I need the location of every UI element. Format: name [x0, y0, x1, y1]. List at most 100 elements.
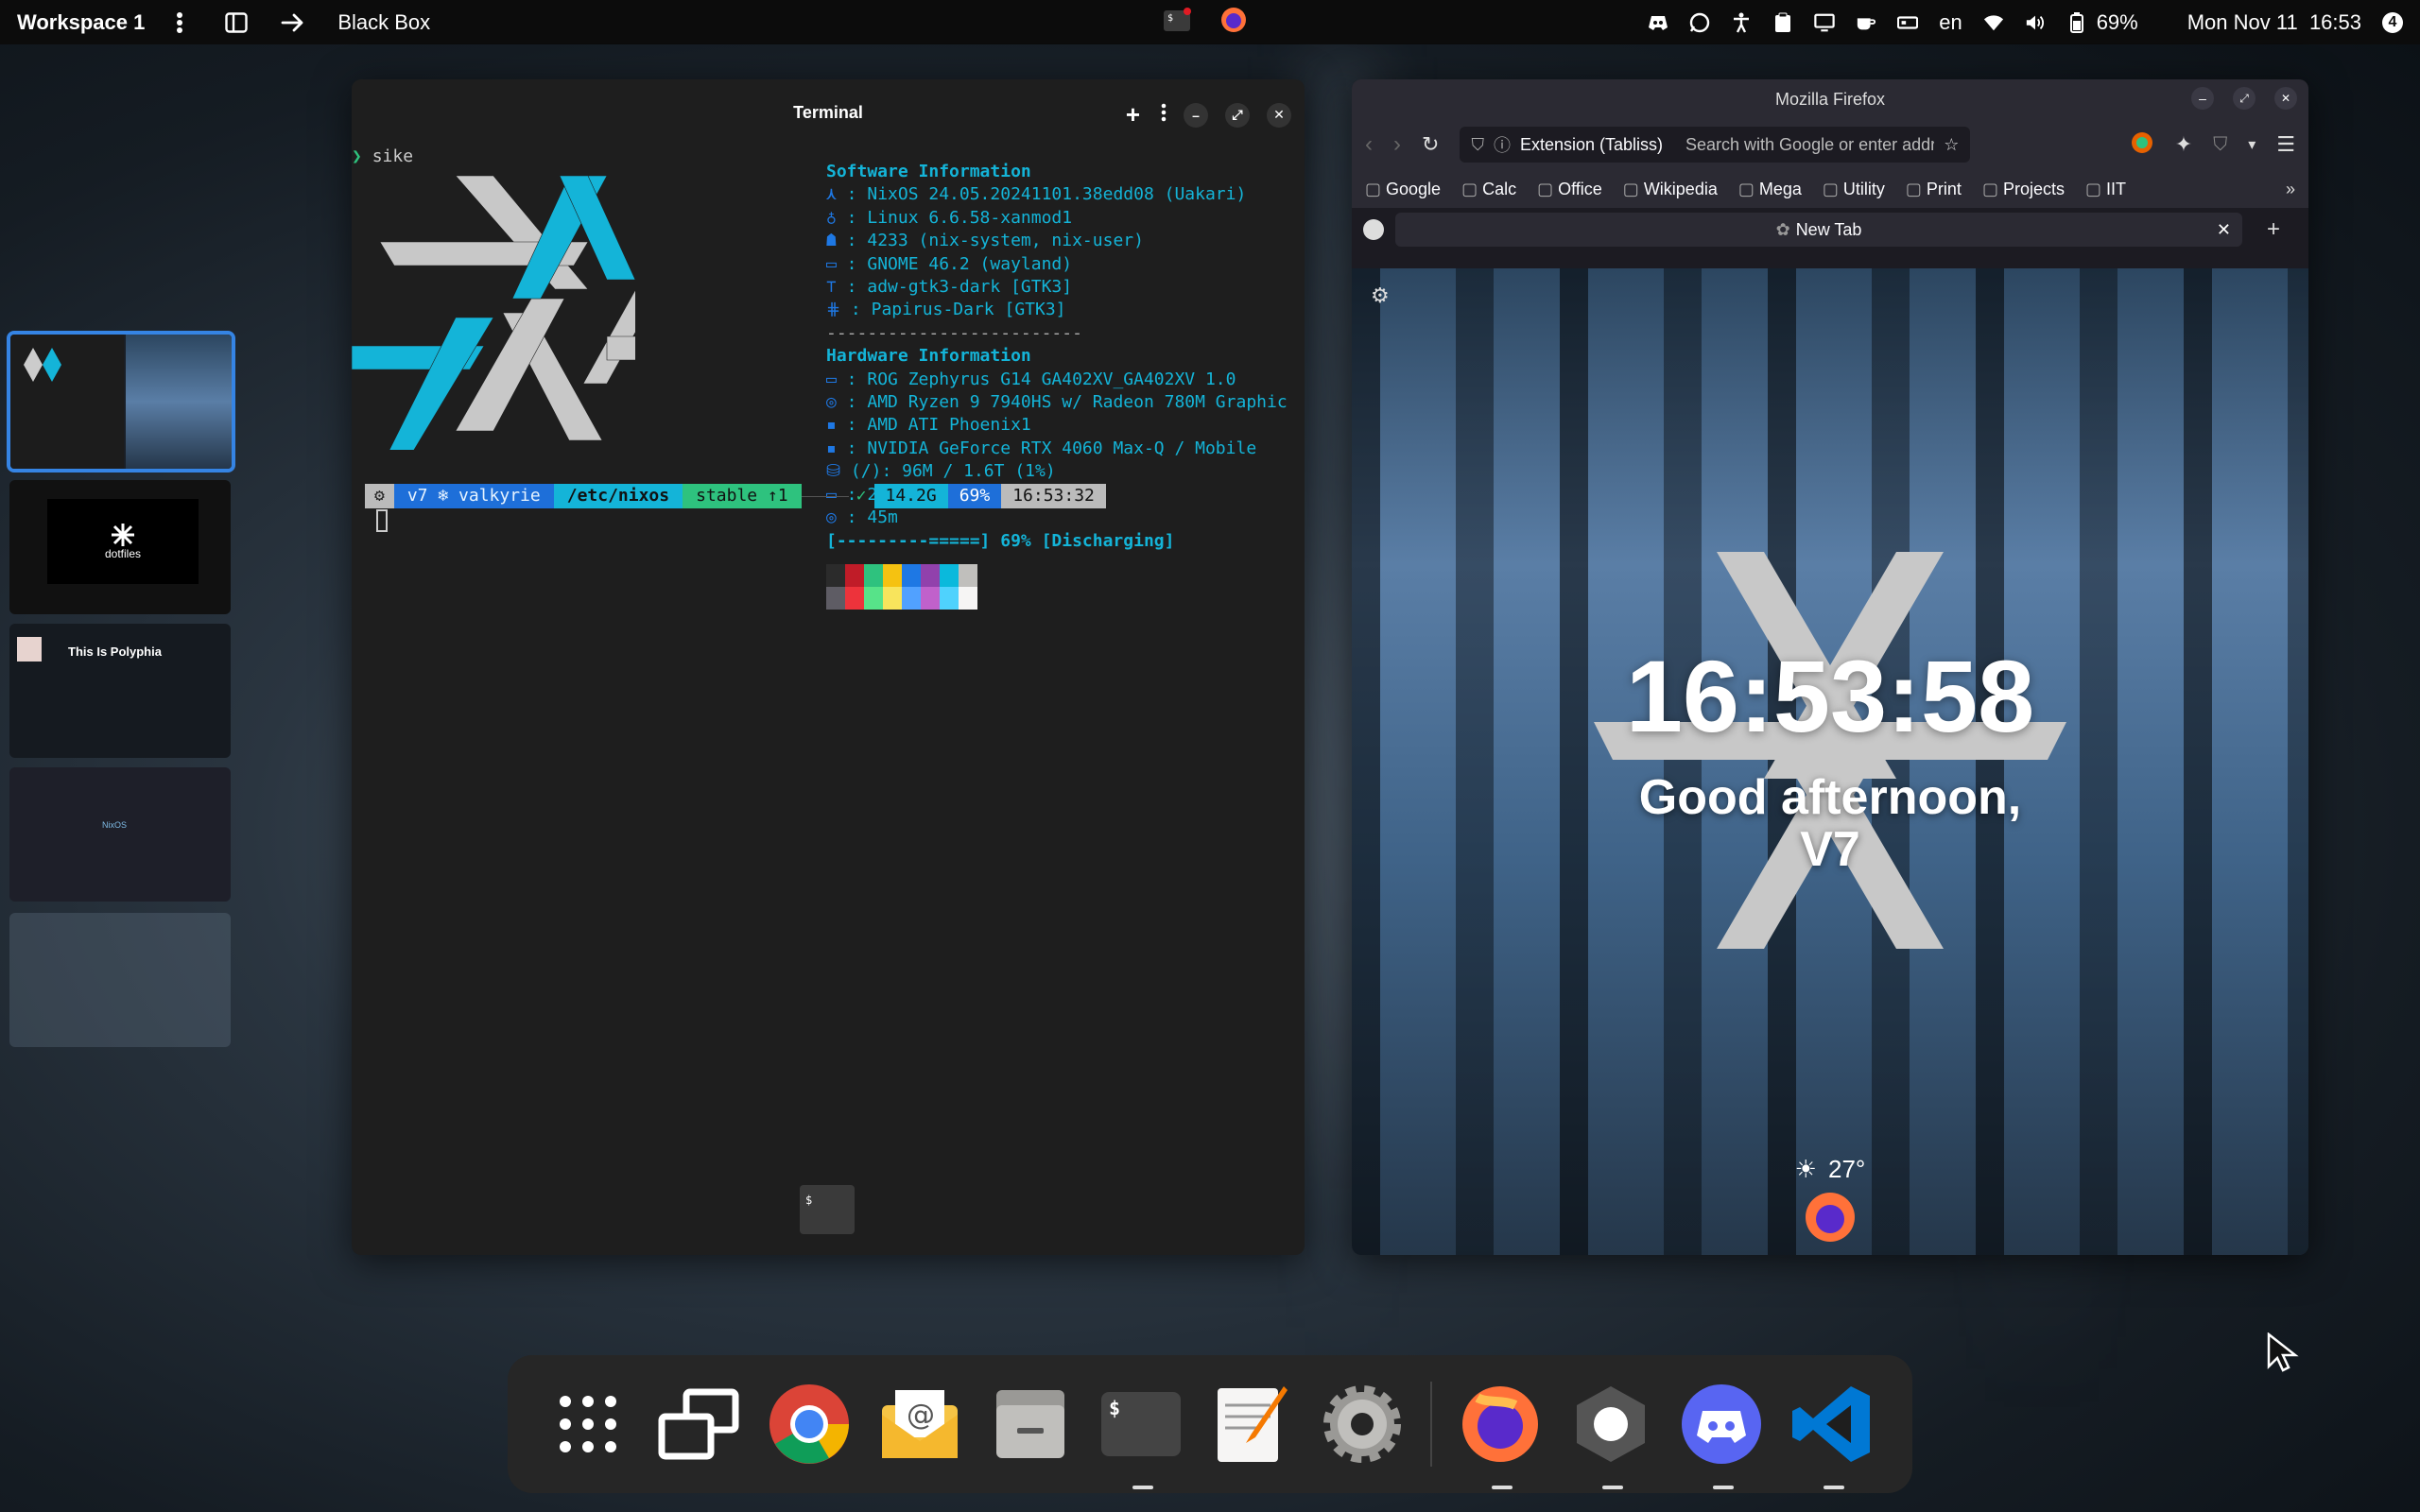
url-bar[interactable]: ⛉ ⓘ Extension (Tabliss) Search with Goog… — [1460, 127, 1971, 163]
bookmark-utility[interactable]: ▢ Utility — [1823, 180, 1885, 199]
software-heading: Software Information — [826, 162, 1031, 181]
bookmark-star-icon[interactable]: ☆ — [1944, 135, 1959, 155]
accessibility-icon[interactable] — [1731, 12, 1752, 33]
wifi-icon[interactable] — [1983, 12, 2004, 33]
whatsapp-tray-icon[interactable] — [1689, 12, 1710, 33]
volume-icon[interactable] — [2025, 12, 2046, 33]
terminal-window[interactable]: Terminal + – ⤢ ✕ ❯ sike Software Informa… — [352, 79, 1305, 1255]
bookmarks-overflow-icon[interactable]: » — [2286, 180, 2295, 199]
firefox-icon[interactable] — [1458, 1380, 1543, 1489]
tab-new-tab[interactable]: ✿ New Tab ✕ — [1395, 213, 2242, 247]
hardware-line-icon: ⛁ — [826, 461, 841, 482]
url-input[interactable]: Search with Google or enter addre — [1685, 135, 1934, 155]
bookmark-print[interactable]: ▢ Print — [1906, 180, 1962, 199]
tab-overview-icon[interactable] — [1363, 219, 1384, 240]
reload-icon[interactable]: ↻ — [1422, 132, 1439, 157]
screenshot-icon[interactable] — [1568, 1380, 1653, 1489]
workspace-thumbnail-empty[interactable] — [9, 913, 231, 1047]
extensions-puzzle-icon[interactable]: ✦ — [2175, 132, 2192, 157]
firefox-window[interactable]: Mozilla Firefox – ⤢ ✕ ‹ › ↻ ⛉ ⓘ Extensio… — [1352, 79, 2308, 1255]
notification-count[interactable]: 4 — [2382, 11, 2403, 33]
arrow-right-icon[interactable] — [281, 10, 305, 35]
greeting: Good afternoon, — [1638, 770, 2022, 825]
workspaces-icon[interactable] — [656, 1380, 741, 1469]
time-segment: 16:53:32 — [1001, 484, 1106, 508]
terminal-tray-icon[interactable]: $ — [1163, 7, 1191, 38]
text-editor-icon[interactable] — [1209, 1380, 1294, 1469]
hardware-line: ▭ : ROG Zephyrus G14 GA402XV_GA402XV 1.0 — [826, 369, 1288, 391]
game-mode-icon[interactable] — [1897, 12, 1919, 33]
prompt-command: sike — [372, 146, 414, 166]
dropdown-icon[interactable]: ▾ — [2248, 135, 2256, 154]
shield-icon[interactable]: ⛉ — [1471, 135, 1484, 155]
clock[interactable]: Mon Nov 11 16:53 — [2187, 10, 2361, 35]
menu-icon[interactable] — [1161, 103, 1167, 127]
forward-icon[interactable]: › — [1393, 131, 1401, 158]
discord-icon[interactable] — [1679, 1380, 1764, 1489]
kebab-menu-icon[interactable] — [167, 10, 192, 35]
close-button[interactable]: ✕ — [2274, 87, 2297, 110]
palette-swatch — [921, 586, 940, 610]
url-extension-label: Extension (Tabliss) — [1519, 134, 1663, 154]
firefox-tray-icon[interactable] — [1219, 6, 1248, 40]
chrome-icon[interactable] — [767, 1380, 852, 1469]
workspace-label[interactable]: Workspace 1 — [17, 10, 145, 35]
bookmark-wikipedia[interactable]: ▢ Wikipedia — [1623, 180, 1718, 199]
check-icon: ✓ — [856, 485, 867, 506]
palette-swatch — [940, 563, 959, 587]
sidebar-toggle-icon[interactable] — [224, 10, 249, 35]
workspace-thumbnail-1[interactable] — [7, 331, 235, 472]
thumb-nixos-text: NixOS — [102, 820, 128, 830]
caffeine-icon[interactable] — [1856, 12, 1876, 33]
discord-tray-icon[interactable] — [1648, 12, 1668, 33]
workspace-thumbnail-2[interactable]: dotfiles — [9, 480, 231, 614]
workspace-thumbnail-3[interactable]: This Is Polyphia — [9, 624, 231, 758]
maximize-button[interactable]: ⤢ — [2233, 87, 2256, 110]
new-tab-button[interactable]: + — [2267, 216, 2280, 243]
software-line-text: : 4233 (nix-system, nix-user) — [836, 231, 1144, 251]
minimize-button[interactable]: – — [2191, 87, 2214, 110]
bookmark-google[interactable]: ▢ Google — [1365, 180, 1441, 199]
thumb-terminal — [10, 335, 124, 469]
terminal-content[interactable]: ❯ sike Software Information ⋏: NixOS 24… — [352, 146, 1305, 1255]
workspace-thumbnail-4[interactable]: NixOS — [9, 767, 231, 902]
extension-color-icon[interactable] — [2130, 130, 2154, 160]
active-app-name[interactable]: Black Box — [337, 10, 430, 35]
maximize-button[interactable]: ⤢ — [1225, 102, 1250, 128]
mail-icon[interactable]: @ — [877, 1380, 962, 1469]
battery-icon[interactable] — [2066, 11, 2087, 33]
close-button[interactable]: ✕ — [1267, 102, 1291, 128]
software-line: ⋏ : NixOS 24.05.20241101.38edd08 (Uakari… — [826, 183, 1288, 206]
terminal-titlebar[interactable]: Terminal + – ⤢ ✕ — [352, 79, 1305, 146]
palette-swatch — [902, 586, 921, 610]
clipboard-icon[interactable] — [1772, 12, 1793, 33]
minimized-terminal-preview[interactable]: $ — [800, 1185, 855, 1234]
minimize-button[interactable]: – — [1184, 102, 1208, 128]
app-grid-icon[interactable] — [545, 1380, 631, 1469]
back-icon[interactable]: ‹ — [1365, 131, 1373, 158]
keyboard-language[interactable]: en — [1939, 10, 1962, 35]
tab-strip: ✿ New Tab ✕ + — [1352, 208, 2308, 251]
terminal-icon[interactable]: $ — [1098, 1380, 1184, 1489]
firefox-titlebar[interactable]: Mozilla Firefox – ⤢ ✕ — [1352, 79, 2308, 119]
tabliss-newtab[interactable]: ⚙ 16:53:58 Good afternoon, V7 ☀ 27° — [1352, 268, 2308, 1255]
bookmark-mega[interactable]: ▢ Mega — [1738, 180, 1802, 199]
battery-percentage[interactable]: 69% — [2097, 10, 2138, 35]
settings-icon[interactable] — [1320, 1380, 1405, 1469]
hamburger-menu-icon[interactable]: ☰ — [2276, 132, 2295, 157]
nix-logo-icon — [24, 348, 61, 382]
ublock-icon[interactable]: ⛉ — [2213, 134, 2227, 156]
tab-close-icon[interactable]: ✕ — [2217, 220, 2231, 240]
bookmark-projects[interactable]: ▢ Projects — [1982, 180, 2065, 199]
firefox-minimized-icon[interactable] — [1802, 1189, 1858, 1246]
display-icon[interactable] — [1814, 12, 1835, 33]
bookmark-iit[interactable]: ▢ IIT — [2085, 180, 2126, 199]
bookmark-office[interactable]: ▢ Office — [1537, 180, 1602, 199]
vscode-icon[interactable] — [1789, 1380, 1875, 1489]
info-icon[interactable]: ⓘ — [1494, 132, 1511, 157]
new-tab-icon[interactable]: + — [1126, 100, 1140, 129]
files-icon[interactable] — [988, 1380, 1073, 1469]
software-line-icon: ⋏ — [826, 184, 837, 205]
bookmark-calc[interactable]: ▢ Calc — [1461, 180, 1516, 199]
settings-gear-icon[interactable]: ⚙ — [1371, 284, 1390, 308]
